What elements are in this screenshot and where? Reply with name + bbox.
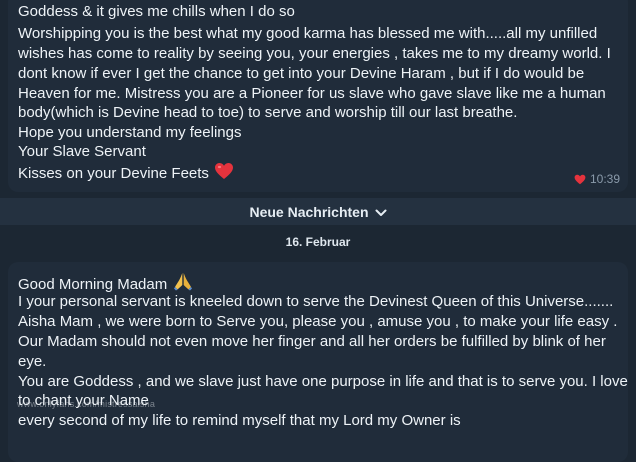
message-line-text: Kisses on your Devine Feets bbox=[18, 165, 209, 182]
watermark: www.onlyfans.com/mistressaisha bbox=[17, 399, 156, 409]
message-line: Hope you understand my feelings bbox=[18, 124, 242, 141]
message-time: 10:39 bbox=[589, 172, 620, 186]
message-line: eye. bbox=[18, 353, 47, 370]
heart-emoji-icon bbox=[214, 162, 234, 186]
new-messages-button[interactable]: Neue Nachrichten bbox=[0, 198, 636, 225]
message-bubble-top[interactable]: Goddess & it gives me chills when I do s… bbox=[8, 0, 628, 192]
message-meta: 10:39 bbox=[574, 172, 620, 186]
message-line: body(which is Devine head to toe) to ser… bbox=[18, 104, 518, 121]
chevron-down-icon bbox=[375, 204, 387, 220]
message-line-text: Good Morning Madam bbox=[18, 276, 168, 293]
message-line: wishes has come to reality by seeing you… bbox=[18, 45, 611, 62]
message-line: dont know if ever I get the chance to ge… bbox=[18, 65, 585, 82]
message-line: Aisha Mam , we were born to Serve you, p… bbox=[18, 313, 618, 330]
message-line: Heaven for me. Mistress you are a Pionee… bbox=[18, 85, 606, 102]
message-line: Goddess & it gives me chills when I do s… bbox=[18, 3, 295, 20]
date-divider: 16. Februar bbox=[285, 235, 351, 249]
message-line: I your personal servant is kneeled down … bbox=[18, 293, 614, 310]
message-line: every second of my life to remind myself… bbox=[18, 412, 461, 429]
message-line: Worshipping you is the best what my good… bbox=[18, 25, 598, 42]
message-bubble-bottom[interactable]: Good Morning Madam I your personal serva… bbox=[8, 262, 628, 462]
message-line: You are Goddess , and we slave just have… bbox=[18, 373, 628, 390]
message-line-last: Kisses on your Devine Feets bbox=[18, 162, 234, 186]
heart-icon[interactable] bbox=[574, 174, 586, 185]
message-line: Your Slave Servant bbox=[18, 143, 146, 160]
new-messages-label: Neue Nachrichten bbox=[249, 203, 369, 220]
message-line: Our Madam should not even move her finge… bbox=[18, 333, 606, 350]
